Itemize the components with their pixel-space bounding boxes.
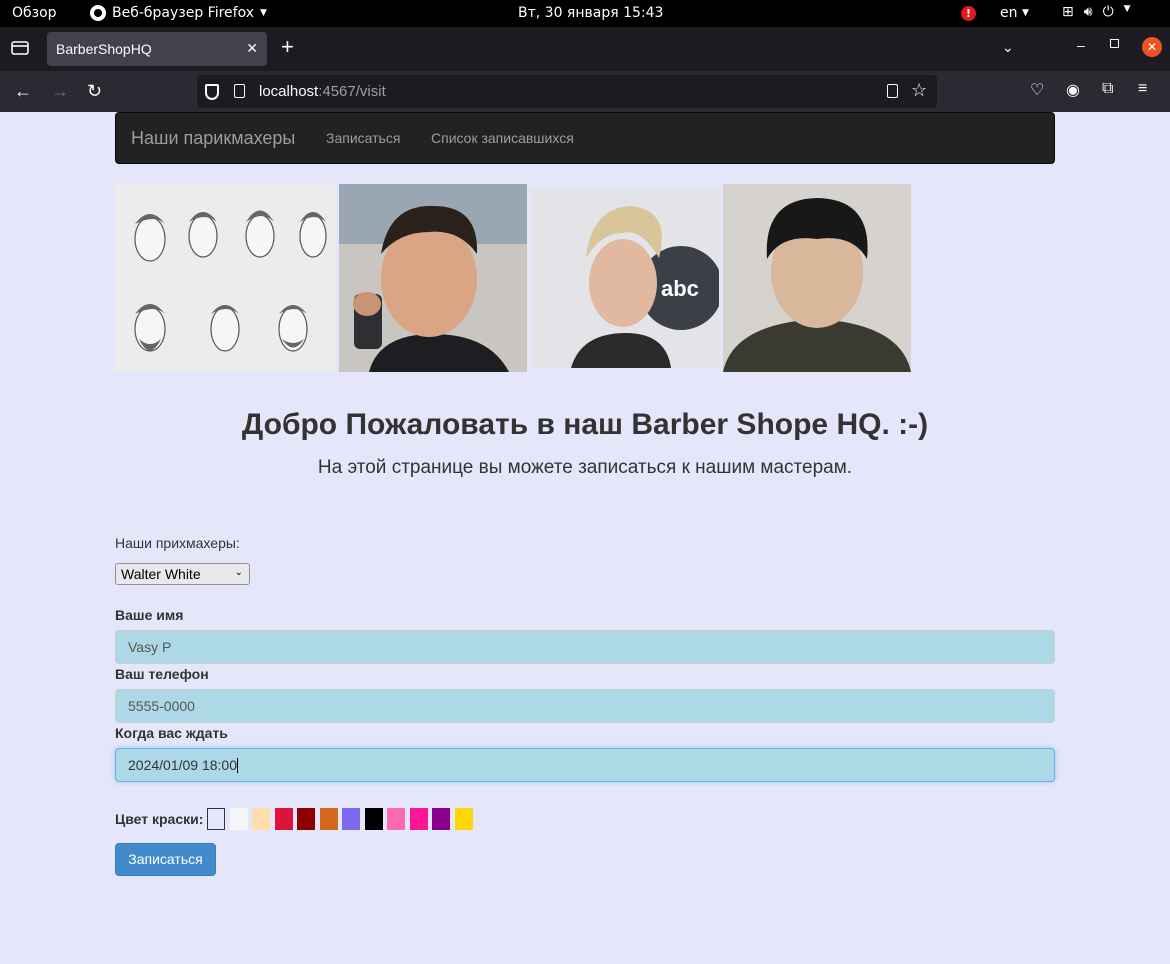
page-title: Добро Пожаловать в наш Barber Shope HQ. … (241, 408, 929, 441)
color-swatch[interactable] (409, 808, 428, 830)
caret-down-icon: ▼ (1123, 4, 1131, 14)
barber-photo-fringe (723, 184, 911, 372)
color-swatch[interactable] (252, 808, 271, 830)
datetime-input-value: 2024/01/09 18:00 (128, 757, 237, 773)
reader-view-icon[interactable] (887, 84, 898, 98)
power-icon: ⏻ (1102, 4, 1114, 20)
phone-input[interactable]: 5555-0000 (115, 689, 1055, 723)
url-text[interactable]: localhost:4567/visit (259, 83, 386, 100)
color-swatch[interactable] (454, 808, 473, 830)
clock[interactable]: Вт, 30 января 15:43 (518, 5, 663, 21)
site-brand[interactable]: Наши парикмахеры (131, 128, 295, 149)
language-indicator[interactable]: en ▼ (1000, 5, 1029, 21)
system-tray[interactable]: ⊞ 🔊︎ ⏻ ▼ (1062, 4, 1131, 20)
navigation-toolbar: ← → ↻ localhost:4567/visit ☆ ♡ ◉ ⧉ ≡ (0, 71, 1170, 112)
name-input-value: Vasy P (128, 639, 172, 655)
color-picker: Цвет краски: (115, 808, 477, 830)
page-container: Наши парикмахеры Записаться Список запис… (115, 112, 1055, 876)
back-icon[interactable]: ← (14, 81, 32, 101)
nav-link-visitors-list[interactable]: Список записавшихся (431, 130, 574, 146)
tab-title: BarberShopHQ (56, 41, 152, 57)
forward-icon[interactable]: → (51, 81, 69, 101)
text-cursor (237, 758, 238, 773)
language-label: en (1000, 5, 1018, 21)
page-info-icon[interactable] (234, 84, 245, 98)
app-name: Веб-браузер Firefox (112, 5, 255, 21)
account-icon[interactable]: ◉ (1066, 80, 1080, 100)
tab-close-icon[interactable]: ✕ (246, 40, 258, 57)
datetime-input[interactable]: 2024/01/09 18:00 (115, 748, 1055, 782)
nav-link-signup[interactable]: Записаться (326, 130, 400, 146)
name-label: Ваше имя (115, 607, 184, 623)
network-icon: ⊞ (1062, 4, 1074, 20)
menu-icon[interactable]: ≡ (1138, 80, 1147, 98)
url-host: localhost (259, 83, 319, 100)
phone-label: Ваш телефон (115, 666, 209, 682)
color-swatch[interactable] (319, 808, 338, 830)
chevron-down-icon[interactable]: ⌄ (1002, 39, 1014, 56)
phone-input-value: 5555-0000 (128, 698, 195, 714)
url-path: :4567/visit (318, 83, 386, 100)
barbers-label: Наши прихмахеры: (115, 535, 240, 551)
activities-button[interactable]: Обзор (12, 5, 57, 21)
window-close-icon[interactable]: ✕ (1142, 37, 1162, 57)
site-navbar: Наши парикмахеры Записаться Список запис… (115, 112, 1055, 164)
submit-button[interactable]: Записаться (115, 843, 216, 876)
shield-icon[interactable] (205, 84, 219, 100)
color-swatches (207, 808, 477, 830)
color-swatch[interactable] (274, 808, 293, 830)
barber-select[interactable]: Walter White ⌄ (115, 563, 250, 585)
caret-down-icon: ▼ (1021, 8, 1029, 18)
bookmark-star-icon[interactable]: ☆ (911, 80, 927, 101)
color-swatch[interactable] (207, 808, 226, 830)
tab-barbershop[interactable]: BarberShopHQ ✕ (47, 32, 267, 66)
extensions-icon[interactable]: ⧉ (1102, 80, 1113, 98)
color-label: Цвет краски: (115, 811, 204, 827)
color-swatch[interactable] (297, 808, 316, 830)
pocket-icon[interactable]: ♡ (1030, 80, 1044, 100)
color-swatch[interactable] (229, 808, 248, 830)
barber-photo-fade (339, 184, 527, 372)
color-swatch[interactable] (432, 808, 451, 830)
svg-text:abc: abc (661, 276, 699, 301)
color-swatch[interactable] (364, 808, 383, 830)
color-swatch[interactable] (342, 808, 361, 830)
chevron-down-icon: ⌄ (234, 567, 243, 578)
app-menu[interactable]: Веб-браузер Firefox ▼ (90, 5, 267, 21)
barber-photo-blonde: abc (531, 188, 719, 368)
hairstyle-sketches-image (115, 184, 335, 372)
reload-icon[interactable]: ↻ (87, 81, 102, 101)
page-subtitle: На этой странице вы можете записаться к … (317, 457, 853, 478)
url-bar[interactable]: localhost:4567/visit ☆ (197, 75, 937, 108)
maximize-icon[interactable] (1110, 39, 1119, 48)
alert-icon[interactable]: ! (961, 6, 976, 21)
volume-icon: 🔊︎ (1083, 4, 1093, 20)
caret-down-icon: ▼ (260, 8, 267, 18)
tab-bar: BarberShopHQ ✕ + ⌄ – ✕ (0, 27, 1170, 71)
tab-list-icon[interactable] (10, 39, 30, 57)
minimize-icon[interactable]: – (1077, 37, 1085, 53)
firefox-icon (90, 5, 106, 21)
system-top-bar: Обзор Веб-браузер Firefox ▼ Вт, 30 январ… (0, 0, 1170, 27)
datetime-label: Когда вас ждать (115, 725, 228, 741)
new-tab-icon[interactable]: + (281, 36, 294, 58)
barber-select-value: Walter White (121, 566, 201, 582)
color-swatch[interactable] (387, 808, 406, 830)
name-input[interactable]: Vasy P (115, 630, 1055, 664)
